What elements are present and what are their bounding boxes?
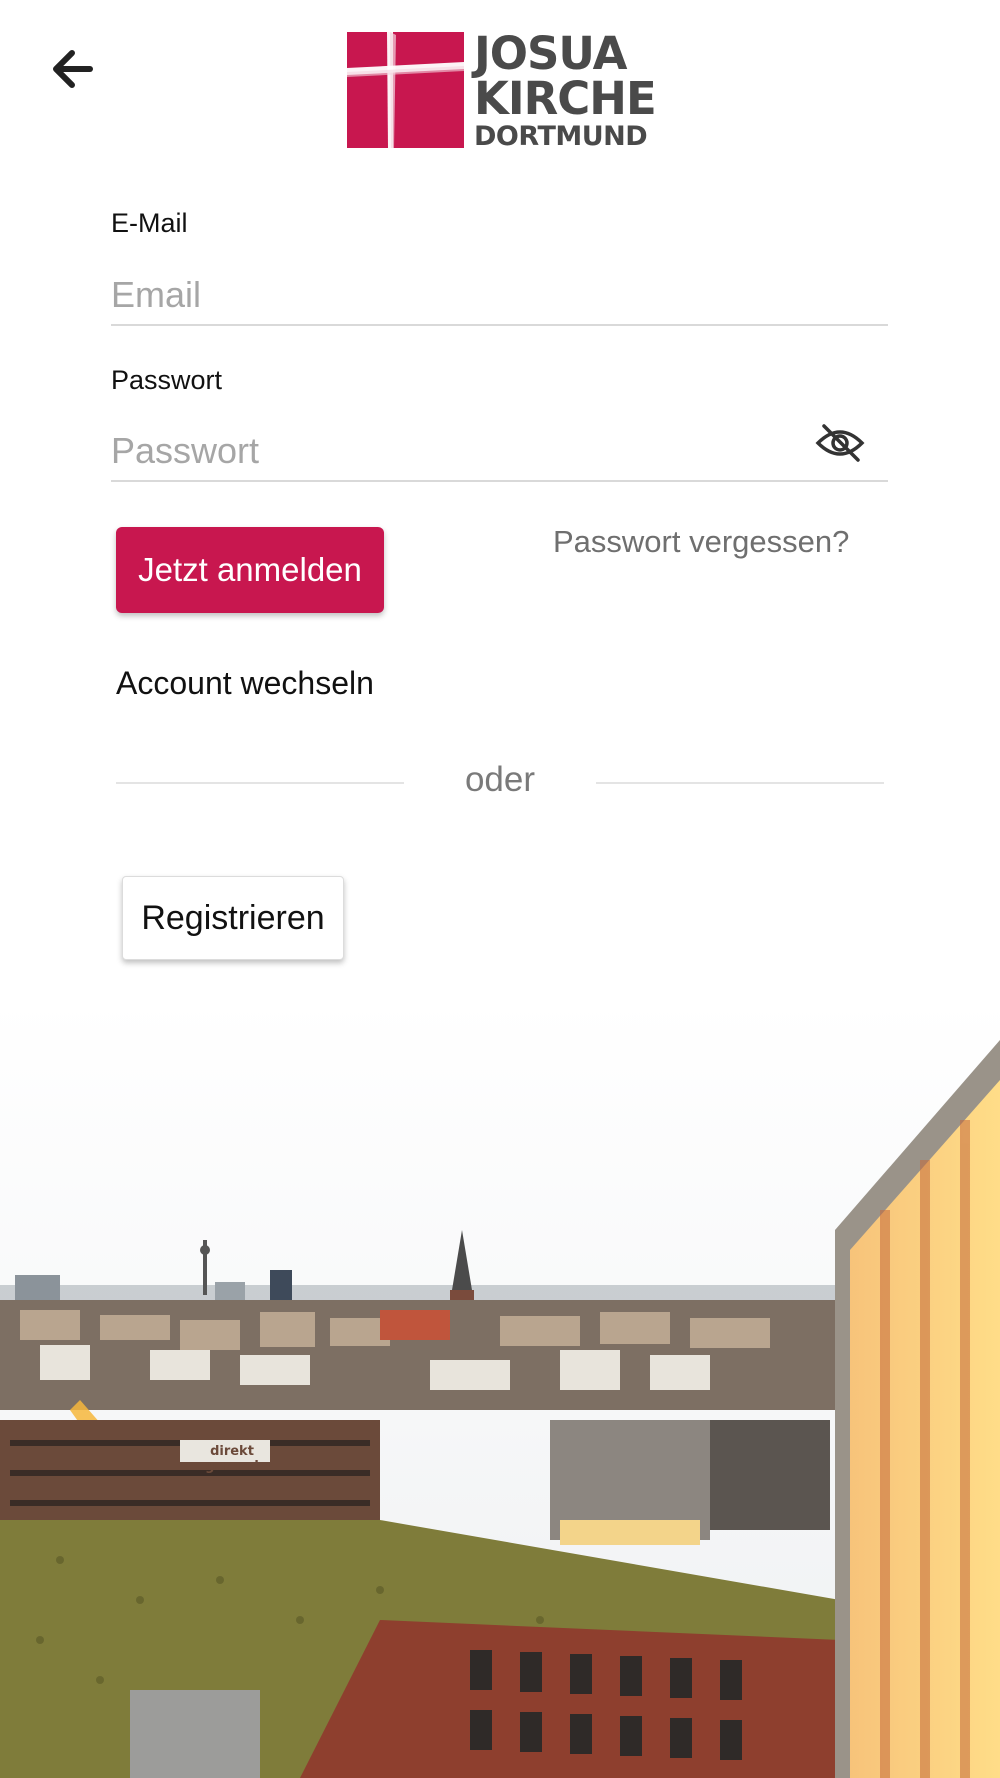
eye-off-icon bbox=[815, 424, 865, 462]
city-skyline-image: direkt gesund bbox=[0, 1000, 1000, 1778]
logo-line-1: JOSUA bbox=[474, 26, 627, 80]
email-label: E-Mail bbox=[111, 208, 188, 238]
password-label: Passwort bbox=[111, 365, 223, 395]
divider-label: oder bbox=[464, 760, 536, 799]
church-logo: JOSUA KIRCHE DORTMUND bbox=[347, 31, 657, 150]
arrow-left-icon bbox=[53, 50, 93, 88]
logo-wordmark: JOSUA KIRCHE DORTMUND bbox=[474, 26, 657, 152]
back-button[interactable] bbox=[48, 44, 98, 94]
register-button[interactable]: Registrieren bbox=[122, 876, 344, 960]
password-field[interactable] bbox=[111, 422, 888, 482]
login-button[interactable]: Jetzt anmelden bbox=[116, 527, 384, 613]
divider-line-left bbox=[116, 782, 404, 784]
toggle-password-visibility[interactable] bbox=[812, 418, 868, 468]
building-sign: direkt gesund bbox=[205, 1444, 259, 1474]
forgot-password-link[interactable]: Passwort vergessen? bbox=[553, 524, 849, 560]
logo-line-2: KIRCHE bbox=[474, 71, 657, 125]
switch-account-link[interactable]: Account wechseln bbox=[116, 665, 374, 702]
cross-logo-mark bbox=[347, 32, 464, 148]
divider-line-right bbox=[596, 782, 884, 784]
email-field[interactable] bbox=[111, 266, 888, 326]
logo-line-3: DORTMUND bbox=[474, 120, 648, 152]
